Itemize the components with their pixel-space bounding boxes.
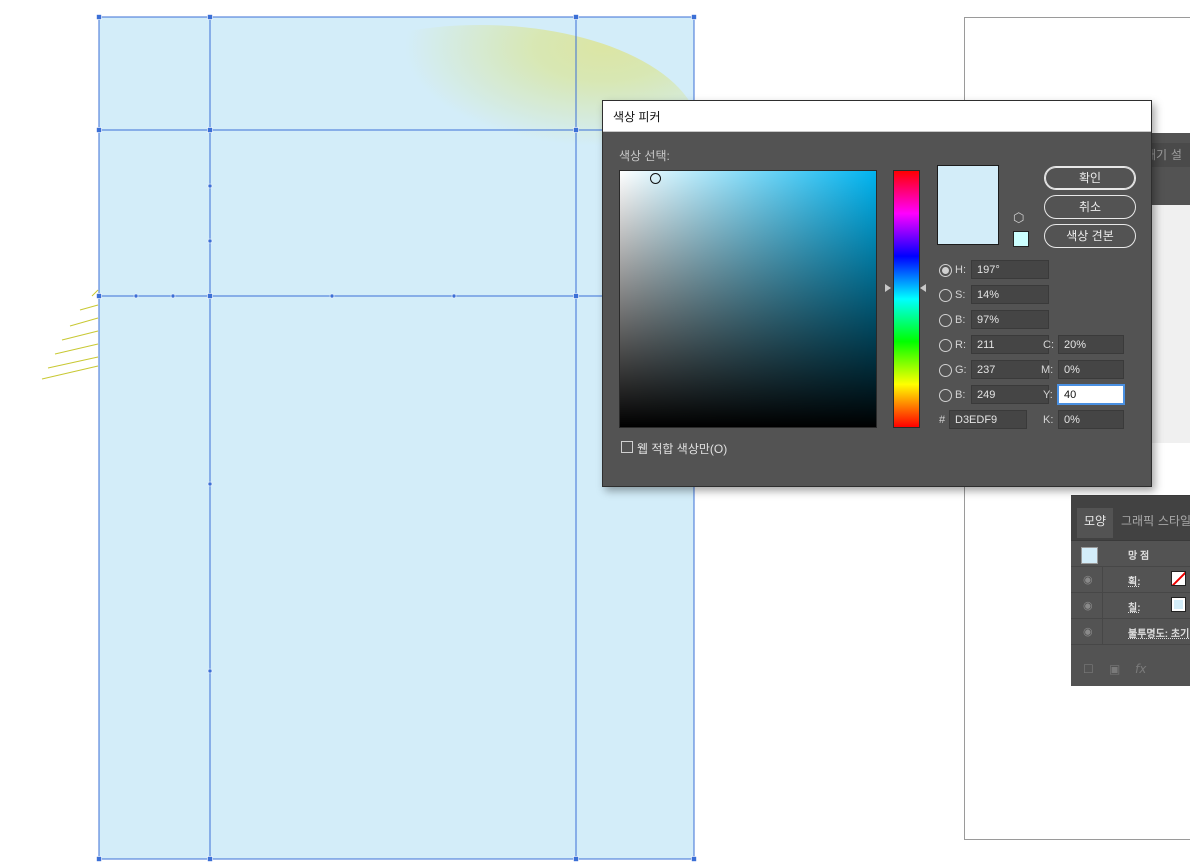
- hue-radio[interactable]: [939, 264, 952, 277]
- green-label: G:: [955, 364, 967, 376]
- visibility-eye-icon[interactable]: ◉: [1083, 625, 1093, 638]
- appearance-opacity-row[interactable]: ◉ 불투명도: 초기: [1071, 619, 1190, 645]
- appearance-footer: ☐ ▣ fx: [1071, 656, 1190, 686]
- hue-slider-left-handle[interactable]: [885, 284, 891, 292]
- blue-label: B:: [955, 389, 966, 401]
- brightness-radio[interactable]: [939, 314, 952, 327]
- appearance-panel: 모양 그래픽 스타일 망 점 ◉ 획: ◉ 칠: ◉ 불투명도: 초기 ☐ ▣ …: [1071, 495, 1190, 686]
- appearance-object-row[interactable]: 망 점: [1071, 541, 1190, 567]
- cancel-button[interactable]: 취소: [1044, 195, 1136, 219]
- stray-yellow-lines: [41, 289, 99, 380]
- saturation-input[interactable]: 14%: [971, 285, 1049, 304]
- new-fill-icon[interactable]: ▣: [1109, 662, 1120, 676]
- black-label: K:: [1043, 414, 1054, 426]
- fill-swatch[interactable]: [1171, 597, 1186, 612]
- hue-slider[interactable]: [893, 170, 920, 428]
- ok-button[interactable]: 확인: [1044, 166, 1136, 190]
- websafe-only-checkbox[interactable]: [621, 441, 633, 453]
- dialog-titlebar[interactable]: 색상 피커: [603, 101, 1151, 132]
- appearance-stroke-row[interactable]: ◉ 획:: [1071, 567, 1190, 593]
- color-picker-dialog: 색상 피커 색상 선택: ⬡ 확인 취소 색상 견본 H: 197° S: 14…: [602, 100, 1152, 487]
- red-label: R:: [955, 339, 966, 351]
- fx-icon[interactable]: fx: [1135, 662, 1146, 676]
- hue-input[interactable]: 197°: [971, 260, 1049, 279]
- yellow-input[interactable]: 40: [1058, 385, 1124, 404]
- cyan-label: C:: [1043, 339, 1054, 351]
- hue-slider-right-handle[interactable]: [920, 284, 926, 292]
- red-input[interactable]: 211: [971, 335, 1049, 354]
- stroke-none-swatch[interactable]: [1171, 571, 1186, 586]
- green-input[interactable]: 237: [971, 360, 1049, 379]
- websafe-only-label[interactable]: 웹 적합 색상만(O): [637, 440, 727, 457]
- hue-label: H:: [955, 264, 966, 276]
- websafe-color-swatch[interactable]: [1013, 231, 1029, 247]
- color-swatches-button[interactable]: 색상 견본: [1044, 224, 1136, 248]
- tab-graphic-styles[interactable]: 그래픽 스타일: [1121, 508, 1190, 534]
- current-color-swatch: [937, 165, 999, 245]
- websafe-warning-cube-icon[interactable]: ⬡: [1013, 211, 1024, 226]
- saturation-radio[interactable]: [939, 289, 952, 302]
- hex-input[interactable]: D3EDF9: [949, 410, 1027, 429]
- red-radio[interactable]: [939, 339, 952, 352]
- brightness-input[interactable]: 97%: [971, 310, 1049, 329]
- brightness-label: B:: [955, 314, 966, 326]
- new-stroke-icon[interactable]: ☐: [1083, 662, 1094, 676]
- opacity-label[interactable]: 불투명도: 초기: [1128, 625, 1189, 640]
- object-thumbnail: [1081, 547, 1098, 564]
- object-type-label: 망 점: [1128, 551, 1150, 562]
- row-separator: [1102, 593, 1103, 618]
- stroke-label[interactable]: 획:: [1128, 573, 1141, 588]
- green-radio[interactable]: [939, 364, 952, 377]
- magenta-input[interactable]: 0%: [1058, 360, 1124, 379]
- hex-label: #: [939, 414, 946, 426]
- color-field[interactable]: [619, 170, 877, 428]
- select-color-label: 색상 선택:: [619, 149, 670, 163]
- row-separator: [1102, 567, 1103, 592]
- blue-input[interactable]: 249: [971, 385, 1049, 404]
- tab-appearance[interactable]: 모양: [1077, 508, 1113, 538]
- visibility-eye-icon[interactable]: ◉: [1083, 573, 1093, 586]
- visibility-eye-icon[interactable]: ◉: [1083, 599, 1093, 612]
- row-separator: [1102, 619, 1103, 644]
- saturation-label: S:: [955, 289, 966, 301]
- background-panel-thumbnail: [1149, 205, 1190, 443]
- cyan-input[interactable]: 20%: [1058, 335, 1124, 354]
- magenta-label: M:: [1041, 364, 1054, 376]
- black-input[interactable]: 0%: [1058, 410, 1124, 429]
- dialog-title: 색상 피커: [613, 110, 661, 124]
- fill-label[interactable]: 칠:: [1128, 599, 1141, 614]
- yellow-label: Y:: [1043, 389, 1053, 401]
- color-field-cursor[interactable]: [650, 173, 661, 184]
- appearance-tabbar: 모양 그래픽 스타일: [1071, 496, 1190, 541]
- appearance-fill-row[interactable]: ◉ 칠:: [1071, 593, 1190, 619]
- blue-radio[interactable]: [939, 389, 952, 402]
